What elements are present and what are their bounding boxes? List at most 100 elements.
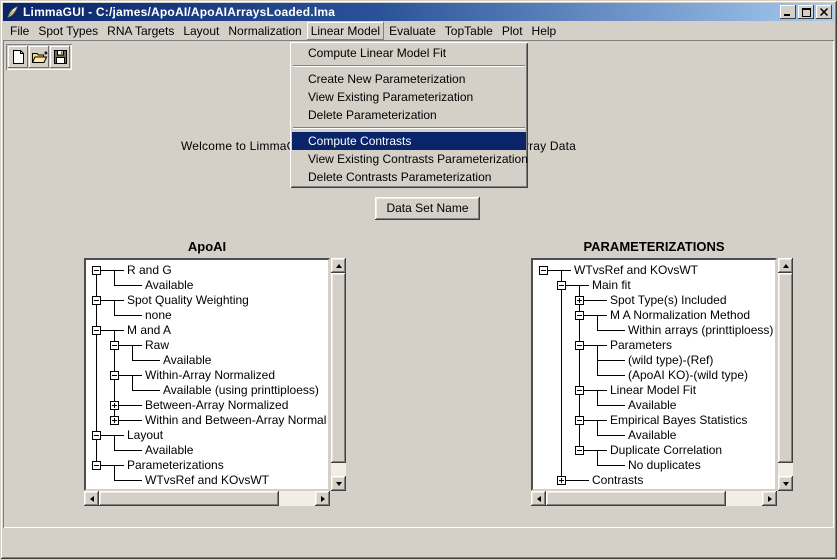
menu-normalization[interactable]: Normalization [224, 22, 305, 40]
left-vertical-scrollbar[interactable] [331, 258, 346, 491]
expand-toggle[interactable] [575, 416, 584, 425]
tree-node-available-using-printtiploess[interactable]: Available (using printtiploess) [88, 383, 326, 398]
horizontal-scrollbar-thumb[interactable] [99, 491, 279, 506]
tree-node-wtvsref-and-kovswt[interactable]: WTvsRef and KOvsWT [88, 473, 326, 487]
expand-toggle[interactable] [92, 266, 101, 275]
tree-node-label[interactable]: Layout [124, 428, 163, 443]
tree-node-spot-quality-weighting[interactable]: Spot Quality Weighting [88, 293, 326, 308]
tree-node-available[interactable]: Available [535, 398, 773, 413]
tree-node-main-fit[interactable]: Main fit [535, 278, 773, 293]
save-file-button[interactable] [50, 46, 70, 68]
tree-node-linear-model-fit[interactable]: Linear Model Fit [535, 383, 773, 398]
tree-node-available[interactable]: Available [88, 353, 326, 368]
tree-node-label[interactable]: (ApoAI KO)-(wild type) [625, 368, 748, 383]
menu-toptable[interactable]: TopTable [441, 22, 497, 40]
tree-node-label[interactable]: Linear Model Fit [607, 383, 696, 398]
tree-node-m-and-a[interactable]: M and A [88, 323, 326, 338]
expand-toggle[interactable] [92, 296, 101, 305]
expand-toggle[interactable] [92, 326, 101, 335]
scroll-down-button[interactable] [778, 476, 793, 491]
open-file-button[interactable] [29, 46, 49, 68]
expand-toggle[interactable] [92, 431, 101, 440]
expand-toggle[interactable] [575, 311, 584, 320]
data-set-name-button[interactable]: Data Set Name [375, 197, 480, 220]
minimize-button[interactable] [780, 5, 796, 19]
tree-node-label[interactable]: Within arrays (printtiploess) only [625, 323, 773, 338]
tree-node-available[interactable]: Available [535, 428, 773, 443]
vertical-scrollbar-thumb[interactable] [778, 273, 793, 463]
scroll-up-button[interactable] [331, 258, 346, 273]
tree-node-parameterizations[interactable]: Parameterizations [88, 458, 326, 473]
scroll-left-button[interactable] [84, 491, 99, 506]
tree-node-m-a-normalization-method[interactable]: M A Normalization Method [535, 308, 773, 323]
left-horizontal-scrollbar[interactable] [84, 491, 330, 506]
tree-node-label[interactable]: Parameters [607, 338, 672, 353]
expand-toggle[interactable] [575, 296, 584, 305]
tree-node-parameters[interactable]: Parameters [535, 338, 773, 353]
tree-node-label[interactable]: R and G [124, 263, 172, 278]
horizontal-scrollbar-thumb[interactable] [546, 491, 726, 506]
menu-item-view-existing-contrasts-parameterization[interactable]: View Existing Contrasts Parameterization [292, 150, 526, 168]
expand-toggle[interactable] [557, 476, 566, 485]
tree-node-label[interactable]: (wild type)-(Ref) [625, 353, 713, 368]
expand-toggle[interactable] [110, 401, 119, 410]
tree-node-none[interactable]: none [88, 308, 326, 323]
expand-toggle[interactable] [539, 266, 548, 275]
tree-node-label[interactable]: Empirical Bayes Statistics [607, 413, 747, 428]
close-button[interactable] [816, 5, 832, 19]
tree-node-label[interactable]: Available (using printtiploess) [160, 383, 319, 398]
tree-node-within-array-normalized[interactable]: Within-Array Normalized [88, 368, 326, 383]
tree-node-within-and-between-array-normalized[interactable]: Within and Between-Array Normalized [88, 413, 326, 428]
tree-node-within-arrays-printtiploess-only[interactable]: Within arrays (printtiploess) only [535, 323, 773, 338]
tree-node-label[interactable]: Within-Array Normalized [142, 368, 275, 383]
right-tree-box[interactable]: WTvsRef and KOvsWTMain fitSpot Type(s) I… [531, 258, 777, 491]
new-file-button[interactable] [8, 46, 28, 68]
expand-toggle[interactable] [557, 281, 566, 290]
tree-node-label[interactable]: Available [160, 353, 211, 368]
right-horizontal-scrollbar[interactable] [531, 491, 777, 506]
tree-node-spot-type-s-included[interactable]: Spot Type(s) Included [535, 293, 773, 308]
menu-item-view-existing-parameterization[interactable]: View Existing Parameterization [292, 88, 526, 106]
tree-node-label[interactable]: Main fit [589, 278, 631, 293]
tree-node-label[interactable]: Parameterizations [124, 458, 224, 473]
tree-node-label[interactable]: Available [142, 443, 193, 458]
tree-node-raw[interactable]: Raw [88, 338, 326, 353]
menu-help[interactable]: Help [528, 22, 561, 40]
scroll-right-button[interactable] [762, 491, 777, 506]
tree-node-label[interactable]: Raw [142, 338, 169, 353]
menu-layout[interactable]: Layout [179, 22, 223, 40]
scroll-down-button[interactable] [331, 476, 346, 491]
tree-node-label[interactable]: M and A [124, 323, 171, 338]
menu-linear-model[interactable]: Linear Model [307, 22, 384, 40]
tree-node-label[interactable]: M A Normalization Method [607, 308, 750, 323]
vertical-scrollbar-thumb[interactable] [331, 273, 346, 463]
tree-node-label[interactable]: WTvsRef and KOvsWT [571, 263, 698, 278]
tree-node-label[interactable]: Available [142, 278, 193, 293]
tree-node-label[interactable]: Spot Type(s) Included [607, 293, 727, 308]
titlebar[interactable]: LimmaGUI - C:/james/ApoAI/ApoAIArraysLoa… [3, 3, 834, 21]
scroll-up-button[interactable] [778, 258, 793, 273]
scroll-left-button[interactable] [531, 491, 546, 506]
expand-toggle[interactable] [92, 461, 101, 470]
menu-item-delete-parameterization[interactable]: Delete Parameterization [292, 106, 526, 124]
menu-evaluate[interactable]: Evaluate [385, 22, 440, 40]
tree-node-label[interactable]: No duplicates [625, 458, 701, 473]
tree-node-empirical-bayes-statistics[interactable]: Empirical Bayes Statistics [535, 413, 773, 428]
tree-node-duplicate-correlation[interactable]: Duplicate Correlation [535, 443, 773, 458]
tree-node-label[interactable]: Within and Between-Array Normalized [142, 413, 326, 428]
tree-node-label[interactable]: WTvsRef and KOvsWT [142, 473, 269, 487]
tree-node-between-array-normalized[interactable]: Between-Array Normalized [88, 398, 326, 413]
tree-node-label[interactable]: Available [625, 428, 676, 443]
tree-node-layout[interactable]: Layout [88, 428, 326, 443]
scroll-right-button[interactable] [315, 491, 330, 506]
menu-rna-targets[interactable]: RNA Targets [103, 22, 178, 40]
menu-item-create-new-parameterization[interactable]: Create New Parameterization [292, 70, 526, 88]
expand-toggle[interactable] [110, 371, 119, 380]
menu-item-compute-contrasts[interactable]: Compute Contrasts [292, 132, 526, 150]
left-tree-box[interactable]: R and GAvailableSpot Quality Weightingno… [84, 258, 330, 491]
expand-toggle[interactable] [110, 341, 119, 350]
expand-toggle[interactable] [575, 341, 584, 350]
menu-file[interactable]: File [6, 22, 33, 40]
tree-node-label[interactable]: none [142, 308, 172, 323]
tree-node-label[interactable]: Contrasts [589, 473, 643, 487]
